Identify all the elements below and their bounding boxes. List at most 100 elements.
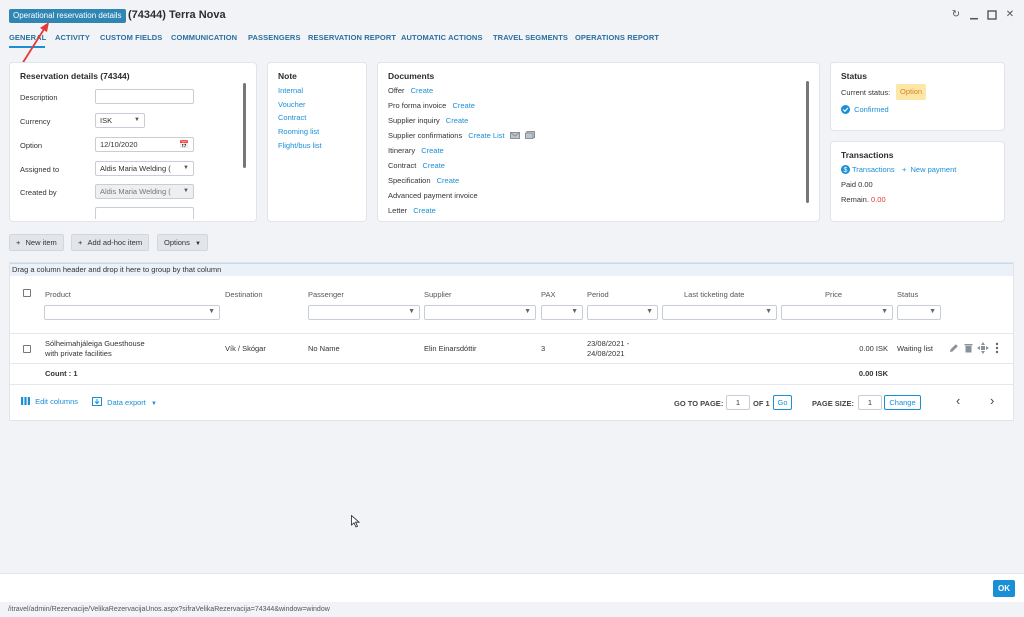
next-page-icon[interactable]: › <box>990 393 994 408</box>
ok-button[interactable]: OK <box>993 580 1015 597</box>
reservation-details-heading: Reservation details (74344) <box>20 71 130 81</box>
filter-pax[interactable]: ▼ <box>541 305 583 320</box>
create-pro-forma-link[interactable]: Create <box>452 101 475 110</box>
period-end: 24/08/2021 <box>587 349 625 358</box>
options-button[interactable]: Options ▼ <box>157 234 208 251</box>
current-status-label: Current status: <box>841 88 891 97</box>
page-size-label: PAGE SIZE: <box>812 399 854 408</box>
more-options-icon[interactable] <box>995 342 999 354</box>
filter-passenger[interactable]: ▼ <box>308 305 420 320</box>
filter-supplier[interactable]: ▼ <box>424 305 536 320</box>
column-header-status[interactable]: Status <box>897 290 918 299</box>
plus-icon: + <box>902 165 907 174</box>
plus-icon: + <box>16 238 21 247</box>
email-icon[interactable] <box>509 132 520 139</box>
tab-travel-segments[interactable]: TRAVEL SEGMENTS <box>493 33 568 42</box>
column-header-supplier[interactable]: Supplier <box>424 290 452 299</box>
page-count-label: OF 1 <box>753 399 770 408</box>
note-flight-bus-list-link[interactable]: Flight/bus list <box>278 141 322 150</box>
group-by-drop-area[interactable]: Drag a column header and drop it here to… <box>10 263 1013 276</box>
note-internal-link[interactable]: Internal <box>278 86 303 95</box>
new-item-label: New item <box>25 238 57 247</box>
caret-down-icon: ▼ <box>150 401 157 407</box>
tab-activity[interactable]: ACTIVITY <box>55 33 90 42</box>
new-payment-link[interactable]: + New payment <box>902 165 956 174</box>
mouse-cursor-icon <box>351 515 360 528</box>
filter-period[interactable]: ▼ <box>587 305 658 320</box>
move-arrows-icon[interactable] <box>977 342 989 354</box>
documents-scrollbar[interactable] <box>806 81 809 203</box>
row-checkbox[interactable] <box>23 345 31 353</box>
supplier-link[interactable]: Elin Einarsdóttir <box>424 344 477 353</box>
paid-row: Paid 0.00 <box>841 180 873 189</box>
option-date-input[interactable]: 12/10/2020 📅 <box>95 137 194 152</box>
page-number-input[interactable]: 1 <box>726 395 750 410</box>
currency-select[interactable]: ISK ▼ <box>95 113 145 128</box>
doc-label: Advanced payment invoice <box>388 191 478 200</box>
column-header-destination[interactable]: Destination <box>225 290 263 299</box>
go-button[interactable]: Go <box>773 395 792 410</box>
column-header-period[interactable]: Period <box>587 290 609 299</box>
create-contract-link[interactable]: Create <box>422 161 445 170</box>
paid-value: 0.00 <box>858 180 873 189</box>
column-header-last-ticketing-date[interactable]: Last ticketing date <box>684 290 744 299</box>
status-waiting-list-link[interactable]: Waiting list <box>897 344 933 353</box>
edit-pencil-icon[interactable] <box>949 343 959 353</box>
tab-custom-fields[interactable]: CUSTOM FIELDS <box>100 33 162 42</box>
transactions-link[interactable]: $ Transactions <box>841 165 895 174</box>
add-adhoc-item-button[interactable]: + Add ad-hoc item <box>71 234 150 251</box>
dialog-footer: OK <box>0 573 1024 602</box>
note-contract-link[interactable]: Contract <box>278 113 306 122</box>
doc-row-pro-forma: Pro forma invoice Create <box>388 101 475 110</box>
close-icon[interactable]: ✕ <box>1004 9 1016 21</box>
tab-passengers[interactable]: PASSENGERS <box>248 33 301 42</box>
column-header-product[interactable]: Product <box>45 290 71 299</box>
data-export-label: Data export <box>107 398 146 407</box>
remain-label: Remain. <box>841 195 869 204</box>
column-header-passenger[interactable]: Passenger <box>308 290 344 299</box>
next-field-input[interactable] <box>95 207 194 219</box>
status-panel: Status Current status: Option Confirmed <box>830 62 1005 131</box>
tab-communication[interactable]: COMMUNICATION <box>171 33 237 42</box>
tab-automatic-actions[interactable]: AUTOMATIC ACTIONS <box>401 33 483 42</box>
create-specification-link[interactable]: Create <box>437 176 460 185</box>
filter-last-ticketing-date[interactable]: ▼ <box>662 305 777 320</box>
product-name-link[interactable]: Sólheimahjáleiga Guesthouse <box>45 339 145 348</box>
confirmed-status-option[interactable]: Confirmed <box>841 105 889 114</box>
chevron-down-icon: ▼ <box>134 117 140 123</box>
filter-product[interactable]: ▼ <box>44 305 220 320</box>
description-input[interactable] <box>95 89 194 104</box>
prev-page-icon[interactable]: ‹ <box>956 393 960 408</box>
column-header-pax[interactable]: PAX <box>541 290 555 299</box>
create-itinerary-link[interactable]: Create <box>421 146 444 155</box>
panel-scrollbar[interactable] <box>243 83 246 168</box>
select-all-checkbox[interactable] <box>23 289 31 297</box>
column-header-price[interactable]: Price <box>825 290 842 299</box>
create-offer-link[interactable]: Create <box>411 86 434 95</box>
remain-value: 0.00 <box>871 195 886 204</box>
page-size-input[interactable]: 1 <box>858 395 882 410</box>
delete-trash-icon[interactable] <box>964 343 973 353</box>
new-item-button[interactable]: + New item <box>9 234 64 251</box>
note-rooming-list-link[interactable]: Rooming list <box>278 127 319 136</box>
data-export-button[interactable]: Data export ▼ <box>92 397 157 407</box>
create-supplier-inquiry-link[interactable]: Create <box>446 116 469 125</box>
refresh-icon[interactable]: ↻ <box>950 9 962 21</box>
create-letter-link[interactable]: Create <box>413 206 436 215</box>
maximize-icon[interactable] <box>986 9 998 21</box>
calendar-icon[interactable]: 📅 <box>179 138 189 151</box>
assigned-to-select[interactable]: Aldis Maria Welding ( ▼ <box>95 161 194 176</box>
note-voucher-link[interactable]: Voucher <box>278 100 306 109</box>
tab-operations-report[interactable]: OPERATIONS REPORT <box>575 33 659 42</box>
created-by-value: Aldis Maria Welding ( <box>100 187 171 196</box>
minimize-icon[interactable]: ▁ <box>968 9 980 21</box>
change-page-size-button[interactable]: Change <box>884 395 921 410</box>
edit-columns-button[interactable]: Edit columns <box>21 397 78 406</box>
filter-status[interactable]: ▼ <box>897 305 941 320</box>
doc-label: Pro forma invoice <box>388 101 447 110</box>
tab-reservation-report[interactable]: RESERVATION REPORT <box>308 33 396 42</box>
document-copy-icon[interactable] <box>524 131 535 139</box>
filter-price[interactable]: ▼ <box>781 305 893 320</box>
columns-icon <box>21 397 30 405</box>
create-list-link[interactable]: Create List <box>468 131 504 140</box>
